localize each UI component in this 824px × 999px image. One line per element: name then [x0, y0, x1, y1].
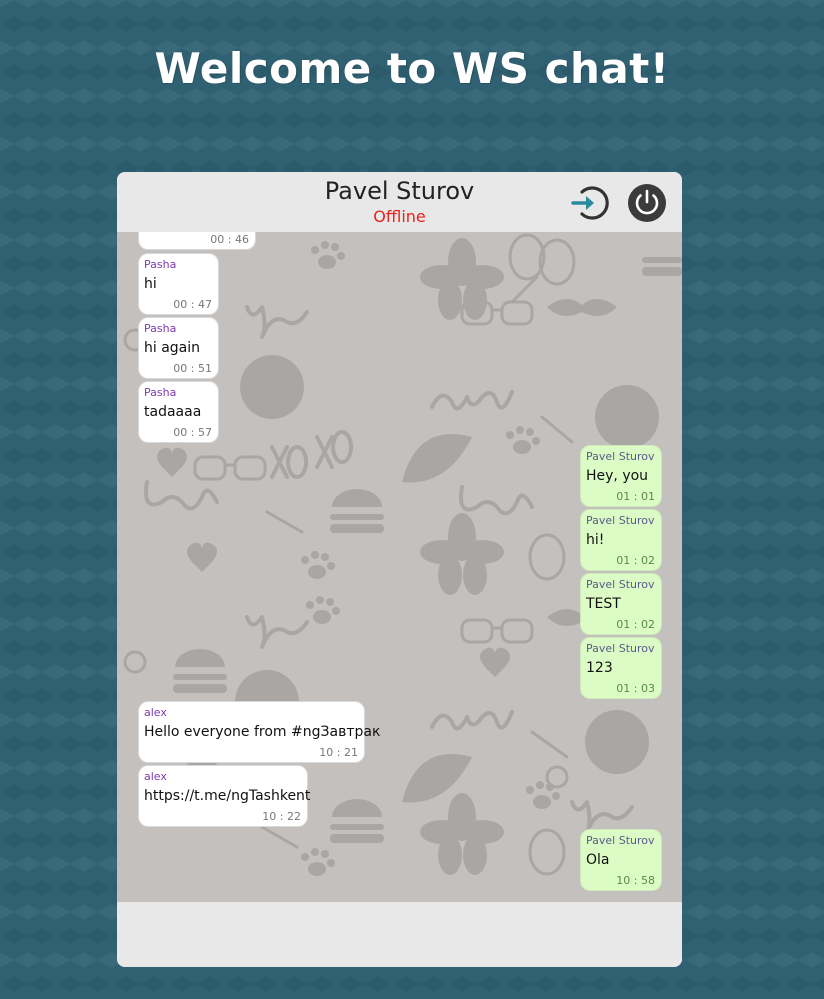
message-composer[interactable]: [117, 902, 682, 967]
chat-header: Pavel Sturov Offline: [117, 172, 682, 232]
message-incoming[interactable]: Pasha hi 00 : 47: [138, 253, 219, 315]
message-time: 10 : 21: [319, 746, 358, 759]
message-incoming[interactable]: alex Hello everyone from #ngЗавтрак 10 : 2…: [138, 701, 380, 763]
message-author: Pavel Sturov: [586, 834, 655, 847]
message-author: Pasha: [144, 258, 177, 271]
logout-icon: [571, 186, 609, 220]
message-time: 00 : 47: [173, 298, 212, 311]
message-text: TEST: [586, 596, 621, 612]
message-author: Pavel Sturov: [586, 450, 655, 463]
message-time: 00 : 57: [173, 426, 212, 439]
message-incoming[interactable]: Pasha hi again 00 : 51: [138, 317, 219, 379]
message-text: hi: [144, 276, 157, 292]
message-text: Hey, you: [586, 468, 649, 484]
message-time: 01 : 02: [616, 554, 655, 567]
message-outgoing[interactable]: Pavel Sturov TEST 01 : 02: [580, 573, 662, 635]
message-author: Pavel Sturov: [586, 578, 655, 591]
message-time: 01 : 03: [616, 682, 655, 695]
message-outgoing[interactable]: Pavel Sturov Ola 10 : 58: [580, 829, 662, 891]
message-author: Pasha: [144, 322, 177, 335]
message-text: Hello everyone from #ngЗавтрак: [144, 724, 381, 740]
message-time: 00 : 46: [210, 233, 249, 246]
message-outgoing[interactable]: Pavel Sturov 123 01 : 03: [580, 637, 662, 699]
message-author: Pasha: [144, 386, 177, 399]
message-author: Pavel Sturov: [586, 514, 655, 527]
message-text: https://t.me/ngTashkent: [144, 788, 311, 804]
logout-button[interactable]: [570, 183, 610, 223]
message-text: tadaaaa: [144, 404, 202, 420]
message-time: 01 : 01: [616, 490, 655, 503]
message-outgoing[interactable]: Pavel Sturov hi! 01 : 02: [580, 509, 662, 571]
message-author: alex: [144, 770, 167, 783]
message-text: Ola: [586, 852, 610, 868]
page-title: Welcome to WS chat!: [154, 44, 670, 93]
power-icon: [628, 184, 666, 222]
message-time: 10 : 58: [616, 874, 655, 887]
message-incoming[interactable]: 00 : 46: [138, 232, 256, 250]
message-text: hi again: [144, 340, 201, 356]
message-author: alex: [144, 706, 167, 719]
message-text: 123: [586, 660, 613, 676]
chat-window: Pavel Sturov Offline 00: 46 Pasha hi 00…: [117, 172, 682, 967]
message-time: 10 : 22: [262, 810, 301, 823]
power-button[interactable]: [627, 183, 667, 223]
message-incoming[interactable]: Pasha tadaaaa 00 : 57: [138, 381, 219, 443]
message-time: 01 : 02: [616, 618, 655, 631]
message-author: Pavel Sturov: [586, 642, 655, 655]
message-time: 00 : 51: [173, 362, 212, 375]
message-outgoing[interactable]: Pavel Sturov Hey, you 01 : 01: [580, 445, 662, 507]
messages-area[interactable]: 00 : 46 Pasha hi 00 : 47 Pasha hi again 00 : 5…: [117, 232, 682, 902]
message-incoming[interactable]: alex https://t.me/ngTashkent 10 : 22: [138, 765, 311, 827]
message-text: hi!: [586, 532, 605, 548]
